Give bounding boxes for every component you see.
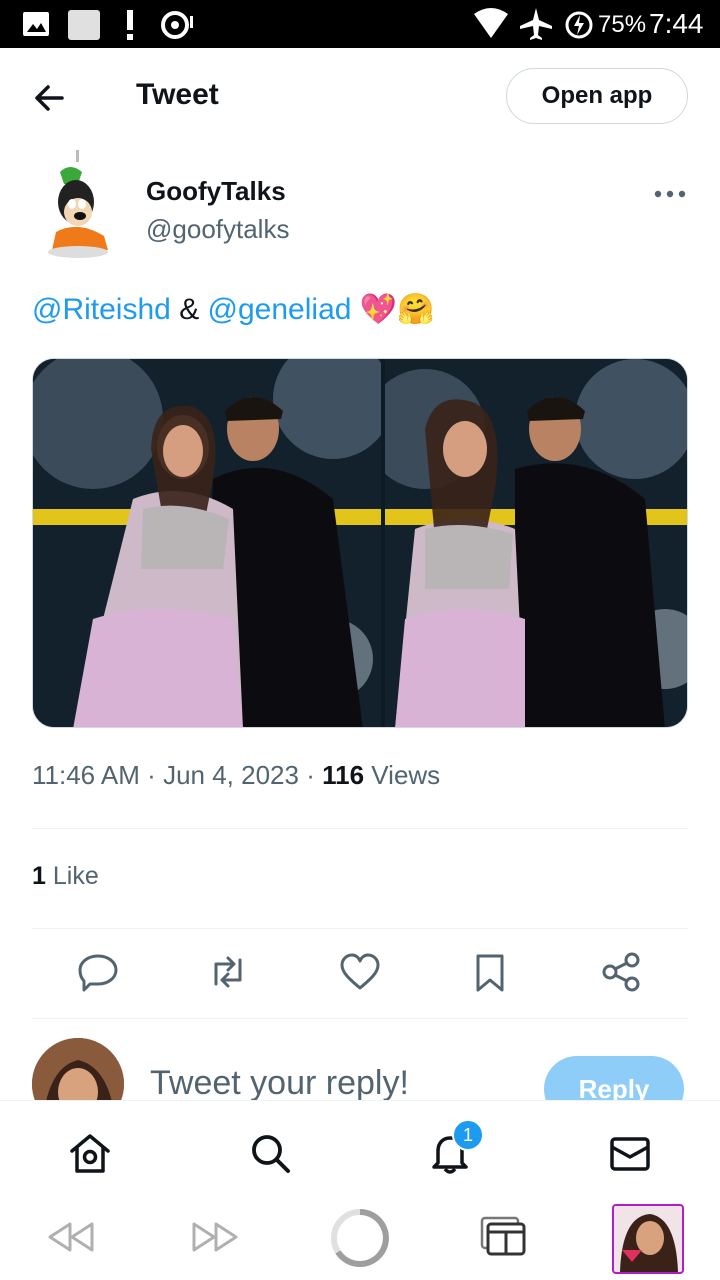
- tabs-icon[interactable]: [480, 1212, 530, 1262]
- reply-icon[interactable]: [76, 950, 120, 994]
- status-bar: 75% 7:44: [0, 0, 720, 48]
- views-label: Views: [371, 760, 441, 790]
- mention-link[interactable]: @Riteishd: [32, 293, 171, 326]
- notification-badge: 1: [452, 1119, 484, 1151]
- airplane-mode-icon: [520, 8, 552, 40]
- fast-forward-icon[interactable]: [190, 1212, 240, 1262]
- browser-nav-bar: [0, 1196, 720, 1280]
- divider: [32, 828, 688, 829]
- likes-label: Like: [52, 862, 99, 890]
- battery-percentage: 75%: [598, 11, 647, 38]
- top-app-bar: Tweet Open app: [0, 48, 720, 146]
- tweet-time[interactable]: 11:46 AM: [32, 760, 140, 790]
- tweet-metadata: 11:46 AM · Jun 4, 2023 · 116 Views: [32, 760, 440, 791]
- page-title: Tweet: [136, 78, 219, 111]
- views-count: 116: [322, 760, 365, 790]
- battery-saver-icon: [565, 11, 593, 39]
- mention-link[interactable]: @geneliad: [208, 293, 352, 326]
- bookmark-icon[interactable]: [468, 950, 512, 994]
- tweet-media[interactable]: [32, 358, 688, 728]
- meta-separator: ·: [147, 760, 156, 790]
- home-icon[interactable]: [68, 1131, 112, 1175]
- tweet-photo[interactable]: [33, 359, 381, 727]
- likes-summary[interactable]: 1 Like: [32, 862, 99, 891]
- share-icon[interactable]: [600, 950, 644, 994]
- bottom-tab-bar: 1: [0, 1100, 720, 1201]
- meta-separator: ·: [306, 760, 315, 790]
- tweet-text: @Riteishd & @geneliad 💖🤗: [32, 292, 435, 327]
- messages-icon[interactable]: [608, 1131, 652, 1175]
- likes-count: 1: [32, 862, 46, 890]
- app-notification-icon: [68, 10, 100, 40]
- image-notification-icon: [23, 12, 49, 36]
- more-options-icon[interactable]: [652, 188, 688, 200]
- author-avatar[interactable]: [32, 150, 124, 260]
- open-app-button[interactable]: Open app: [506, 68, 688, 124]
- author-handle[interactable]: @goofytalks: [146, 214, 289, 245]
- back-arrow-icon[interactable]: [30, 78, 70, 118]
- author-display-name[interactable]: GoofyTalks: [146, 176, 286, 207]
- tab-thumbnail[interactable]: [612, 1204, 684, 1274]
- search-icon[interactable]: [248, 1131, 292, 1175]
- clock: 7:44: [649, 8, 704, 39]
- like-icon[interactable]: [338, 950, 382, 994]
- reply-input[interactable]: Tweet your reply!: [150, 1064, 409, 1103]
- tweet-photo[interactable]: [385, 359, 687, 727]
- loading-spinner-icon[interactable]: [330, 1208, 390, 1268]
- rewind-icon[interactable]: [46, 1212, 96, 1262]
- wifi-icon: [474, 8, 508, 38]
- divider: [32, 928, 688, 929]
- media-notification-icon: [161, 11, 193, 39]
- tweet-emojis: 💖🤗: [359, 293, 435, 326]
- alert-icon: [127, 10, 133, 40]
- retweet-icon[interactable]: [206, 950, 250, 994]
- tweet-text-ampersand: &: [179, 293, 200, 326]
- divider: [32, 1018, 688, 1019]
- tweet-date[interactable]: Jun 4, 2023: [163, 760, 299, 790]
